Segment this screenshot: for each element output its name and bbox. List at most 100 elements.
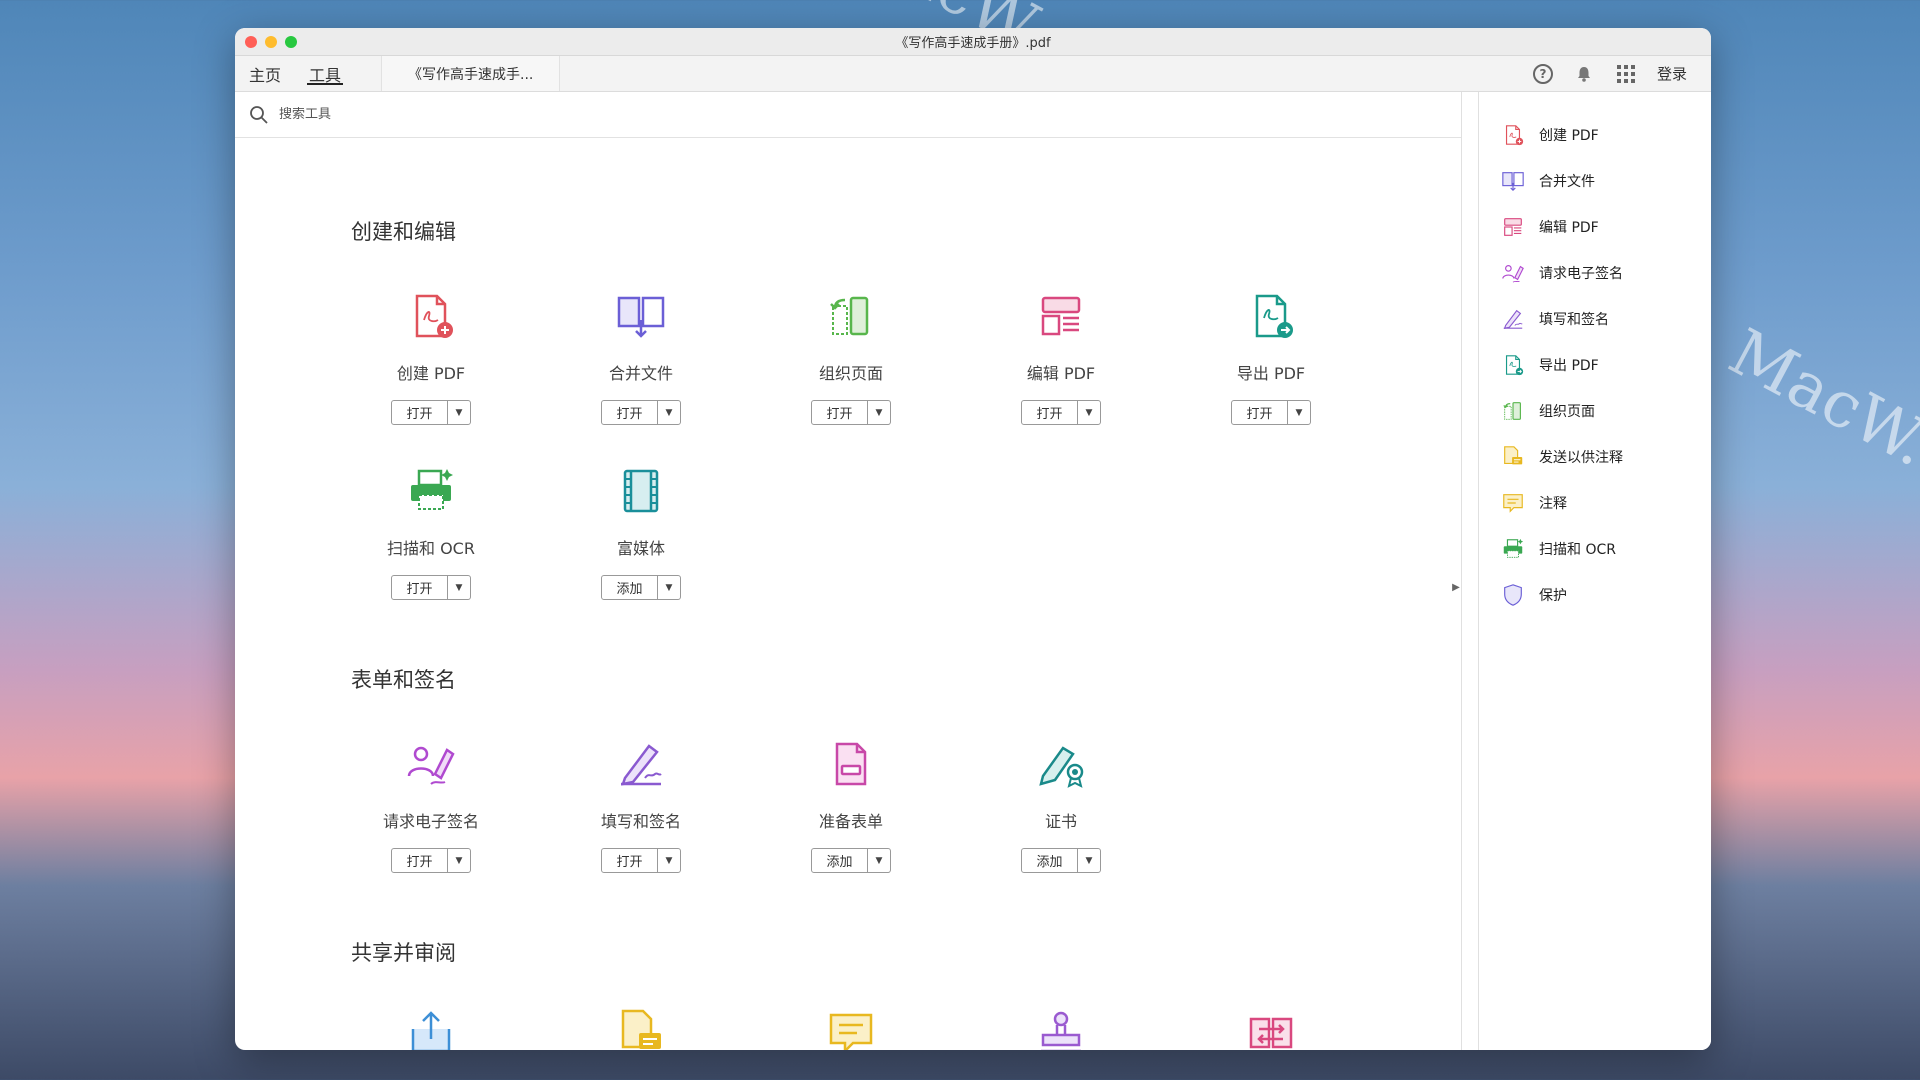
tool-label: 证书 — [1044, 812, 1077, 831]
search-input[interactable] — [279, 107, 679, 122]
create-pdf-icon[interactable] — [405, 290, 457, 342]
tab-home[interactable]: 主页 — [235, 56, 295, 91]
chevron-down-icon[interactable]: ▼ — [448, 849, 470, 872]
chevron-down-icon[interactable]: ▼ — [1078, 401, 1100, 424]
share-icon[interactable] — [405, 1007, 457, 1050]
sidebar-tool-item[interactable]: 注释 — [1479, 480, 1711, 526]
apps-grid-icon[interactable] — [1615, 63, 1637, 85]
tool-open-button[interactable]: 打开 — [602, 849, 658, 872]
tool-card[interactable]: 准备表单添加 ▼ — [771, 738, 931, 873]
tool-card[interactable]: 合并文件打开 ▼ — [561, 290, 721, 425]
login-link[interactable]: 登录 — [1657, 63, 1687, 84]
top-nav: 主页 工具 《写作高手速成手... ? 登录 — [235, 56, 1711, 92]
chevron-down-icon[interactable]: ▼ — [868, 401, 890, 424]
tab-tools[interactable]: 工具 — [295, 56, 355, 91]
tool-label: 合并文件 — [608, 364, 673, 383]
scan-ocr-icon[interactable] — [405, 465, 457, 517]
certificate-icon[interactable] — [1035, 738, 1087, 790]
prepare-form-icon[interactable] — [825, 738, 877, 790]
chevron-down-icon[interactable]: ▼ — [658, 576, 680, 599]
tool-card[interactable] — [981, 1007, 1141, 1050]
collapse-panel-arrow[interactable]: ▶ — [1450, 582, 1461, 593]
notification-bell-icon[interactable] — [1573, 63, 1595, 85]
right-tools-panel: 创建 PDF 合并文件 编辑 PDF 请求电子签名填写和签名 导出 PDF 组织页面 发送以… — [1478, 92, 1711, 1050]
stamp-icon[interactable] — [1035, 1007, 1087, 1050]
tool-label: 组织页面 — [818, 364, 883, 383]
tool-card[interactable]: 导出 PDF 打开 ▼ — [1191, 290, 1351, 425]
compare-icon[interactable] — [1245, 1007, 1297, 1050]
tool-open-button[interactable]: 添加 — [812, 849, 868, 872]
tool-open-button[interactable]: 打开 — [392, 576, 448, 599]
document-tab[interactable]: 《写作高手速成手... — [381, 56, 561, 91]
chevron-down-icon[interactable]: ▼ — [448, 576, 470, 599]
chevron-down-icon[interactable]: ▼ — [448, 401, 470, 424]
help-icon[interactable]: ? — [1532, 63, 1553, 84]
sidebar-tool-item[interactable]: 创建 PDF — [1479, 112, 1711, 158]
tool-card[interactable] — [351, 1007, 511, 1050]
sidebar-tool-item[interactable]: 导出 PDF — [1479, 342, 1711, 388]
sidebar-tool-item[interactable]: 保护 — [1479, 572, 1711, 618]
tool-label: 准备表单 — [818, 812, 883, 831]
tool-open-button[interactable]: 添加 — [602, 576, 658, 599]
tool-open-button[interactable]: 打开 — [392, 401, 448, 424]
tool-card[interactable] — [561, 1007, 721, 1050]
export-pdf-icon[interactable] — [1245, 290, 1297, 342]
combine-files-icon — [1502, 172, 1524, 192]
tool-open-button[interactable]: 打开 — [1022, 401, 1078, 424]
tool-action-button: 打开 ▼ — [811, 400, 891, 425]
tool-open-button[interactable]: 打开 — [392, 849, 448, 872]
chevron-down-icon[interactable]: ▼ — [658, 849, 680, 872]
comment-icon[interactable] — [825, 1007, 877, 1050]
sidebar-item-label: 请求电子签名 — [1539, 266, 1623, 282]
sidebar-tool-item[interactable]: 组织页面 — [1479, 388, 1711, 434]
sidebar-item-label: 保护 — [1539, 588, 1567, 604]
tool-card[interactable]: 组织页面打开 ▼ — [771, 290, 931, 425]
create-pdf-icon — [1505, 125, 1524, 146]
request-esign-icon[interactable] — [405, 738, 457, 790]
sidebar-tool-item[interactable]: 请求电子签名 — [1479, 250, 1711, 296]
tool-card[interactable]: 创建 PDF 打开 ▼ — [351, 290, 511, 425]
tool-card[interactable] — [771, 1007, 931, 1050]
tool-card[interactable]: 填写和签名 打开 ▼ — [561, 738, 721, 873]
tool-open-button[interactable]: 打开 — [602, 401, 658, 424]
edit-pdf-icon[interactable] — [1035, 290, 1087, 342]
sidebar-item-label: 创建 PDF — [1539, 128, 1599, 144]
tool-label: 创建 PDF — [396, 364, 466, 383]
combine-files-icon[interactable] — [615, 290, 667, 342]
chevron-down-icon[interactable]: ▼ — [1078, 849, 1100, 872]
section-forms-sign: 表单和签名 — [351, 664, 456, 694]
tool-card[interactable]: 扫描和 OCR 打开 ▼ — [351, 465, 511, 600]
fill-sign-icon[interactable] — [615, 738, 667, 790]
titlebar: 《写作高手速成手册》.pdf — [235, 28, 1711, 56]
tool-open-button[interactable]: 打开 — [812, 401, 868, 424]
sidebar-tool-item[interactable]: 扫描和 OCR — [1479, 526, 1711, 572]
sidebar-tool-item[interactable]: 编辑 PDF — [1479, 204, 1711, 250]
tool-action-button: 打开 ▼ — [601, 400, 681, 425]
minimize-button[interactable] — [265, 36, 277, 48]
send-comment-icon[interactable] — [615, 1007, 667, 1050]
sidebar-tool-item[interactable]: 合并文件 — [1479, 158, 1711, 204]
tool-card[interactable] — [1191, 1007, 1351, 1050]
rich-media-icon[interactable] — [615, 465, 667, 517]
section-title: 表单和签名 — [351, 668, 456, 692]
zoom-button[interactable] — [285, 36, 297, 48]
chevron-down-icon[interactable]: ▼ — [658, 401, 680, 424]
scan-ocr-icon — [1503, 538, 1524, 558]
tool-card[interactable]: 请求电子签名 打开 ▼ — [351, 738, 511, 873]
tool-card[interactable]: 富媒体 添加 ▼ — [561, 465, 721, 600]
close-button[interactable] — [245, 36, 257, 48]
tool-card[interactable]: 编辑 PDF 打开 ▼ — [981, 290, 1141, 425]
tool-open-button[interactable]: 添加 — [1022, 849, 1078, 872]
tool-card[interactable]: 证书添加 ▼ — [981, 738, 1141, 873]
chevron-down-icon[interactable]: ▼ — [868, 849, 890, 872]
tool-open-button[interactable]: 打开 — [1232, 401, 1288, 424]
section-title: 创建和编辑 — [351, 220, 456, 244]
tool-action-button: 打开 ▼ — [1231, 400, 1311, 425]
organize-pages-icon[interactable] — [825, 290, 877, 342]
request-esign-icon — [1502, 265, 1524, 283]
sidebar-tool-item[interactable]: 填写和签名 — [1479, 296, 1711, 342]
sidebar-item-label: 扫描和 OCR — [1539, 542, 1616, 558]
send-comment-icon — [1504, 446, 1523, 465]
sidebar-tool-item[interactable]: 发送以供注释 — [1479, 434, 1711, 480]
chevron-down-icon[interactable]: ▼ — [1288, 401, 1310, 424]
